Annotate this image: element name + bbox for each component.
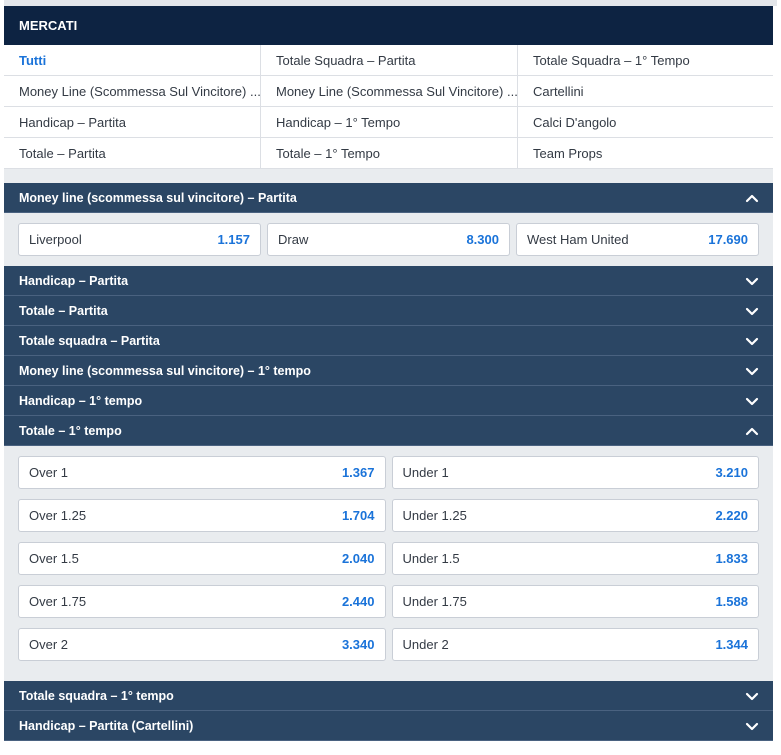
odds-button-liverpool[interactable]: Liverpool 1.157 <box>18 223 261 256</box>
mercati-tab-handicap-partita[interactable]: Handicap – Partita <box>4 107 261 138</box>
chevron-down-icon <box>745 305 759 317</box>
odds-value: 2.440 <box>341 594 375 609</box>
odds-label: Over 1.75 <box>29 594 87 609</box>
section-header-totale-1-tempo[interactable]: Totale – 1° tempo <box>4 416 773 446</box>
odds-label: Under 1 <box>402 465 449 480</box>
odds-button-under-1[interactable]: Under 1 3.210 <box>391 456 759 489</box>
odds-value: 1.367 <box>341 465 375 480</box>
mercati-tab-money-line-partita[interactable]: Money Line (Scommessa Sul Vincitore) ... <box>4 76 261 107</box>
section-header-totale-partita[interactable]: Totale – Partita <box>4 296 773 326</box>
odds-row: Over 1.5 2.040 Under 1.5 1.833 <box>18 542 759 575</box>
odds-label: Over 1.5 <box>29 551 79 566</box>
odds-label: Under 1.5 <box>402 551 460 566</box>
odds-label: Liverpool <box>29 232 82 247</box>
odds-label: Under 2 <box>402 637 449 652</box>
money-line-partita-panel: Liverpool 1.157 Draw 8.300 West Ham Unit… <box>4 213 773 266</box>
odds-row: Over 1.75 2.440 Under 1.75 1.588 <box>18 585 759 618</box>
mercati-tab-totale-partita[interactable]: Totale – Partita <box>4 138 261 169</box>
mercati-tab-handicap-1-tempo[interactable]: Handicap – 1° Tempo <box>261 107 518 138</box>
odds-value: 2.220 <box>715 508 748 523</box>
odds-label: West Ham United <box>527 232 629 247</box>
mercati-grid: Tutti Totale Squadra – Partita Totale Sq… <box>4 45 773 169</box>
section-header-totale-squadra-1-tempo[interactable]: Totale squadra – 1° tempo <box>4 681 773 711</box>
odds-button-under-1-25[interactable]: Under 1.25 2.220 <box>391 499 759 532</box>
odds-button-over-1-75[interactable]: Over 1.75 2.440 <box>18 585 386 618</box>
odds-label: Draw <box>278 232 309 247</box>
odds-label: Under 1.25 <box>402 508 467 523</box>
odds-value: 1.588 <box>715 594 748 609</box>
chevron-down-icon <box>745 335 759 347</box>
mercati-tab-tutti[interactable]: Tutti <box>4 45 261 76</box>
section-title: Money line (scommessa sul vincitore) – P… <box>19 191 297 205</box>
chevron-down-icon <box>745 365 759 377</box>
odds-row: Over 1 1.367 Under 1 3.210 <box>18 456 759 489</box>
odds-value: 3.340 <box>341 637 375 652</box>
chevron-down-icon <box>745 275 759 287</box>
totale-1-tempo-panel: Over 1 1.367 Under 1 3.210 Over 1.25 1.704 … <box>4 446 773 681</box>
section-title: Totale – 1° tempo <box>19 424 122 438</box>
odds-button-under-1-75[interactable]: Under 1.75 1.588 <box>391 585 759 618</box>
mercati-tab-totale-squadra-partita[interactable]: Totale Squadra – Partita <box>261 45 518 76</box>
odds-button-under-2[interactable]: Under 2 1.344 <box>391 628 759 661</box>
section-title: Totale – Partita <box>19 304 108 318</box>
mercati-tab-money-line-1-tempo[interactable]: Money Line (Scommessa Sul Vincitore) ... <box>261 76 518 107</box>
chevron-down-icon <box>745 690 759 702</box>
odds-value: 1.157 <box>217 232 250 247</box>
odds-label: Over 2 <box>29 637 69 652</box>
odds-row: Over 2 3.340 Under 2 1.344 <box>18 628 759 661</box>
odds-button-west-ham-united[interactable]: West Ham United 17.690 <box>516 223 759 256</box>
mercati-tab-team-props[interactable]: Team Props <box>518 138 773 169</box>
chevron-down-icon <box>745 720 759 732</box>
odds-row: Liverpool 1.157 Draw 8.300 West Ham Unit… <box>18 223 759 256</box>
odds-label: Over 1.25 <box>29 508 87 523</box>
odds-row: Over 1.25 1.704 Under 1.25 2.220 <box>18 499 759 532</box>
markets-container: MERCATI Tutti Totale Squadra – Partita T… <box>4 6 773 741</box>
section-header-handicap-1-tempo[interactable]: Handicap – 1° tempo <box>4 386 773 416</box>
odds-value: 1.833 <box>715 551 748 566</box>
odds-value: 1.344 <box>715 637 748 652</box>
mercati-tab-totale-1-tempo[interactable]: Totale – 1° Tempo <box>261 138 518 169</box>
section-header-money-line-1-tempo[interactable]: Money line (scommessa sul vincitore) – 1… <box>4 356 773 386</box>
odds-button-draw[interactable]: Draw 8.300 <box>267 223 510 256</box>
odds-button-over-1-5[interactable]: Over 1.5 2.040 <box>18 542 386 575</box>
section-title: Handicap – Partita <box>19 274 129 288</box>
chevron-up-icon <box>745 425 759 437</box>
mercati-tab-totale-squadra-1-tempo[interactable]: Totale Squadra – 1° Tempo <box>518 45 773 76</box>
section-title: Totale squadra – Partita <box>19 334 160 348</box>
odds-value: 17.690 <box>708 232 748 247</box>
section-header-handicap-partita-cartellini[interactable]: Handicap – Partita (Cartellini) <box>4 711 773 741</box>
section-title: Money line (scommessa sul vincitore) – 1… <box>19 364 311 378</box>
section-header-handicap-partita[interactable]: Handicap – Partita <box>4 266 773 296</box>
odds-label: Under 1.75 <box>402 594 467 609</box>
section-title: Handicap – 1° tempo <box>19 394 143 408</box>
odds-button-over-2[interactable]: Over 2 3.340 <box>18 628 386 661</box>
mercati-tab-cartellini[interactable]: Cartellini <box>518 76 773 107</box>
chevron-up-icon <box>745 192 759 204</box>
odds-value: 3.210 <box>715 465 748 480</box>
section-header-totale-squadra-partita[interactable]: Totale squadra – Partita <box>4 326 773 356</box>
mercati-header: MERCATI <box>4 6 773 45</box>
odds-value: 8.300 <box>466 232 499 247</box>
odds-button-over-1-25[interactable]: Over 1.25 1.704 <box>18 499 386 532</box>
chevron-down-icon <box>745 395 759 407</box>
section-header-money-line-partita[interactable]: Money line (scommessa sul vincitore) – P… <box>4 183 773 213</box>
section-title: Handicap – Partita (Cartellini) <box>19 719 194 733</box>
odds-label: Over 1 <box>29 465 69 480</box>
odds-value: 2.040 <box>341 551 375 566</box>
odds-value: 1.704 <box>341 508 375 523</box>
mercati-tab-calci-d-angolo[interactable]: Calci D'angolo <box>518 107 773 138</box>
odds-button-over-1[interactable]: Over 1 1.367 <box>18 456 386 489</box>
section-title: Totale squadra – 1° tempo <box>19 689 174 703</box>
section-gap <box>4 169 773 183</box>
odds-button-under-1-5[interactable]: Under 1.5 1.833 <box>391 542 759 575</box>
